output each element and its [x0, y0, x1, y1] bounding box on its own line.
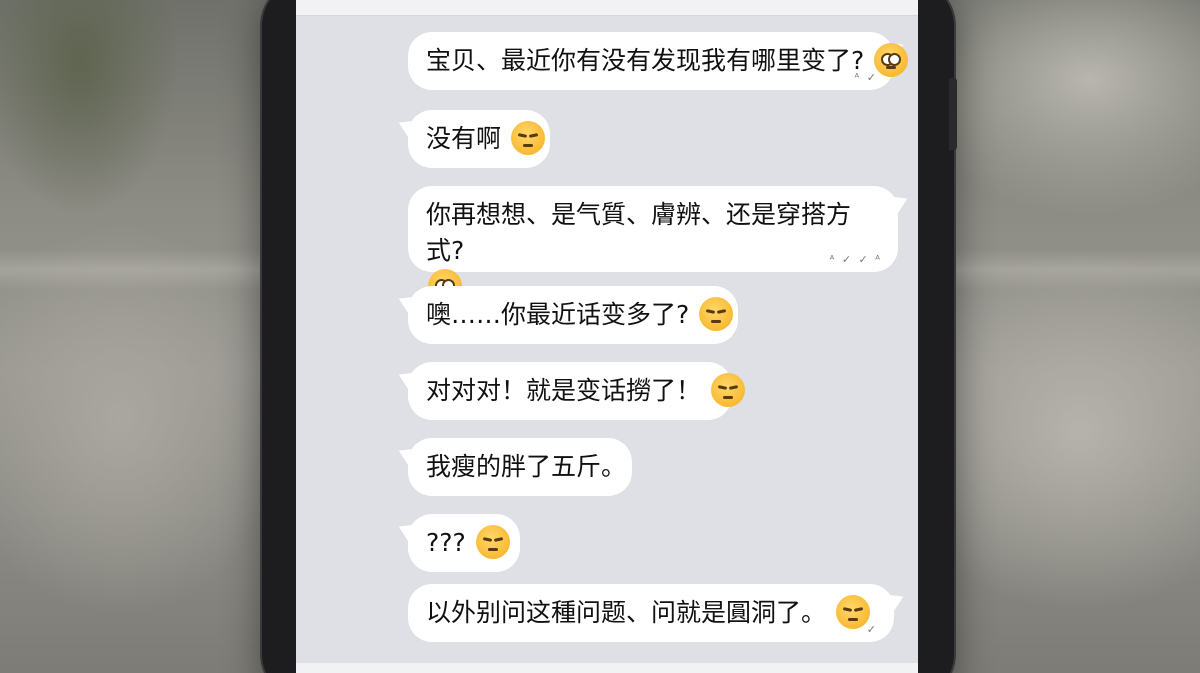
chat-input-bar[interactable] — [296, 663, 918, 673]
bubble-tail — [394, 113, 418, 139]
pensive-face-emoji-icon — [699, 297, 734, 331]
message-text: 对对对！就是变话撈了！ — [426, 376, 702, 405]
bubble-tail — [884, 587, 908, 613]
bubble-tail — [888, 189, 912, 215]
chat-screen[interactable]: 宝贝、最近你有没有发现我有哪里变了? ᴬ ✓ 没有啊 你再想想、是气質、膚辨、还… — [296, 0, 918, 673]
message-text: 我瘦的胖了五斤。 — [426, 452, 627, 481]
bubble-tail — [394, 365, 418, 391]
message-bubble-incoming[interactable]: ??? — [394, 514, 520, 572]
message-text: 以外别问这種问题、问就是圓洞了。 — [426, 598, 827, 627]
message-bubble-outgoing[interactable]: 宝贝、最近你有没有发现我有哪里变了? ᴬ ✓ — [408, 32, 909, 90]
message-bubble-outgoing[interactable]: 以外别问这種问题、问就是圓洞了。 ✓ — [408, 584, 908, 642]
message-bubble-incoming[interactable]: 我瘦的胖了五斤。 — [394, 438, 632, 496]
chat-header — [296, 0, 918, 16]
message-text: 宝贝、最近你有没有发现我有哪里变了? — [426, 46, 865, 75]
message-text: ??? — [426, 528, 466, 557]
bubble-tail — [394, 289, 418, 315]
message-bubble-incoming[interactable]: 没有啊 — [394, 110, 550, 168]
message-text: 噢……你最近话变多了? — [426, 300, 690, 329]
teary-face-emoji-icon — [874, 43, 909, 77]
pensive-face-emoji-icon — [835, 595, 870, 629]
message-status: ✓ — [866, 623, 878, 636]
message-text: 没有啊 — [426, 124, 502, 153]
message-status: ᴬ ✓ ✓ ᴬ — [829, 253, 882, 266]
bubble-tail — [394, 441, 418, 467]
pensive-face-emoji-icon — [510, 121, 545, 155]
message-bubble-incoming[interactable]: 对对对！就是变话撈了！ — [394, 362, 745, 420]
message-status: ᴬ ✓ — [854, 71, 878, 84]
message-bubble-incoming[interactable]: 噢……你最近话变多了? — [394, 286, 738, 344]
phone-side-button — [949, 78, 957, 150]
message-text: 你再想想、是气質、膚辨、还是穿搭方式? — [426, 200, 852, 265]
message-bubble-outgoing[interactable]: 你再想想、是气質、膚辨、还是穿搭方式? ᴬ ✓ ✓ ᴬ — [408, 186, 912, 303]
expressionless-face-emoji-icon — [475, 525, 510, 559]
pensive-face-emoji-icon — [710, 373, 745, 407]
bubble-tail — [394, 517, 418, 543]
